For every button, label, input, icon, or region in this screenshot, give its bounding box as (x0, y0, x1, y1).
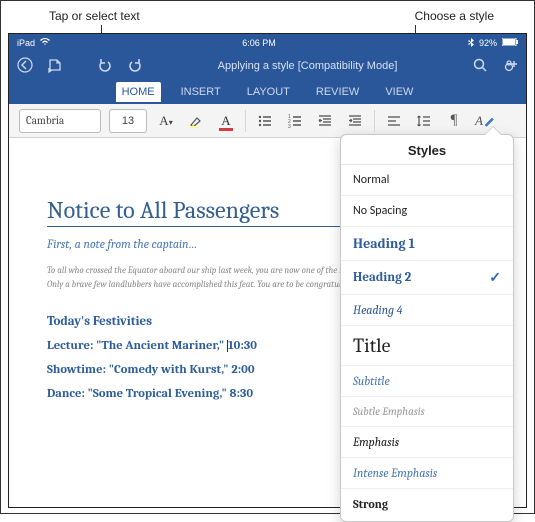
svg-text:3: 3 (288, 124, 291, 129)
check-icon: ✓ (489, 269, 501, 286)
style-item-strong[interactable]: Strong (341, 489, 513, 519)
svg-text:A: A (474, 113, 483, 128)
device-label: iPad (17, 38, 35, 48)
tab-insert[interactable]: INSERT (175, 82, 227, 102)
indent-button[interactable] (344, 110, 366, 132)
style-item-subtle-emphasis[interactable]: Subtle Emphasis (341, 397, 513, 427)
align-button[interactable] (383, 110, 405, 132)
undo-button[interactable] (97, 57, 113, 76)
search-button[interactable] (472, 57, 488, 76)
numbering-button[interactable]: 123 (284, 110, 306, 132)
formatting-toolbar: Cambria 13 A▾ A 123 (9, 104, 526, 138)
separator (245, 110, 246, 132)
tab-layout[interactable]: LAYOUT (241, 82, 296, 102)
style-item-normal[interactable]: Normal (341, 165, 513, 196)
tab-review[interactable]: REVIEW (310, 82, 365, 102)
redo-button[interactable] (127, 57, 143, 76)
style-item-heading2[interactable]: Heading 2✓ (341, 261, 513, 295)
style-item-nospacing[interactable]: No Spacing (341, 196, 513, 227)
ipad-screen: iPad 6:06 PM 92% (8, 33, 527, 508)
style-item-intense-emphasis[interactable]: Intense Emphasis (341, 458, 513, 489)
document-title: Applying a style [Compatibility Mode] (143, 60, 472, 72)
pilcrow-button[interactable]: ¶ (443, 110, 465, 132)
style-item-emphasis[interactable]: Emphasis (341, 427, 513, 458)
font-size-picker[interactable]: 13 (109, 109, 147, 133)
annotation-right: Choose a style (415, 9, 494, 25)
bullets-button[interactable] (254, 110, 276, 132)
tab-view[interactable]: VIEW (379, 82, 419, 102)
style-item-heading1[interactable]: Heading 1 (341, 227, 513, 261)
ribbon-tabs: HOME INSERT LAYOUT REVIEW VIEW (9, 80, 526, 104)
style-item-subtitle[interactable]: Subtitle (341, 366, 513, 397)
font-picker[interactable]: Cambria (19, 109, 101, 133)
styles-popover: Styles Normal No Spacing Heading 1 Headi… (340, 134, 514, 522)
bluetooth-icon (468, 38, 474, 49)
file-button[interactable] (47, 57, 63, 76)
clock: 6:06 PM (242, 38, 276, 48)
wifi-icon (40, 38, 50, 48)
line-spacing-button[interactable] (413, 110, 435, 132)
share-button[interactable] (502, 57, 518, 76)
outdent-button[interactable] (314, 110, 336, 132)
style-item-title[interactable]: Title (341, 326, 513, 366)
status-bar: iPad 6:06 PM 92% (9, 34, 526, 52)
tab-home[interactable]: HOME (116, 82, 161, 102)
battery-icon (502, 38, 518, 48)
highlight-button[interactable] (185, 110, 207, 132)
title-bar: Applying a style [Compatibility Mode] (9, 52, 526, 80)
font-color-button[interactable]: A (215, 110, 237, 132)
battery-percent: 92% (479, 38, 497, 48)
annotation-left: Tap or select text (49, 9, 140, 25)
font-format-button[interactable]: A▾ (155, 110, 177, 132)
styles-popover-title: Styles (341, 135, 513, 165)
back-button[interactable] (17, 57, 33, 76)
separator (374, 110, 375, 132)
style-item-heading4[interactable]: Heading 4 (341, 295, 513, 326)
